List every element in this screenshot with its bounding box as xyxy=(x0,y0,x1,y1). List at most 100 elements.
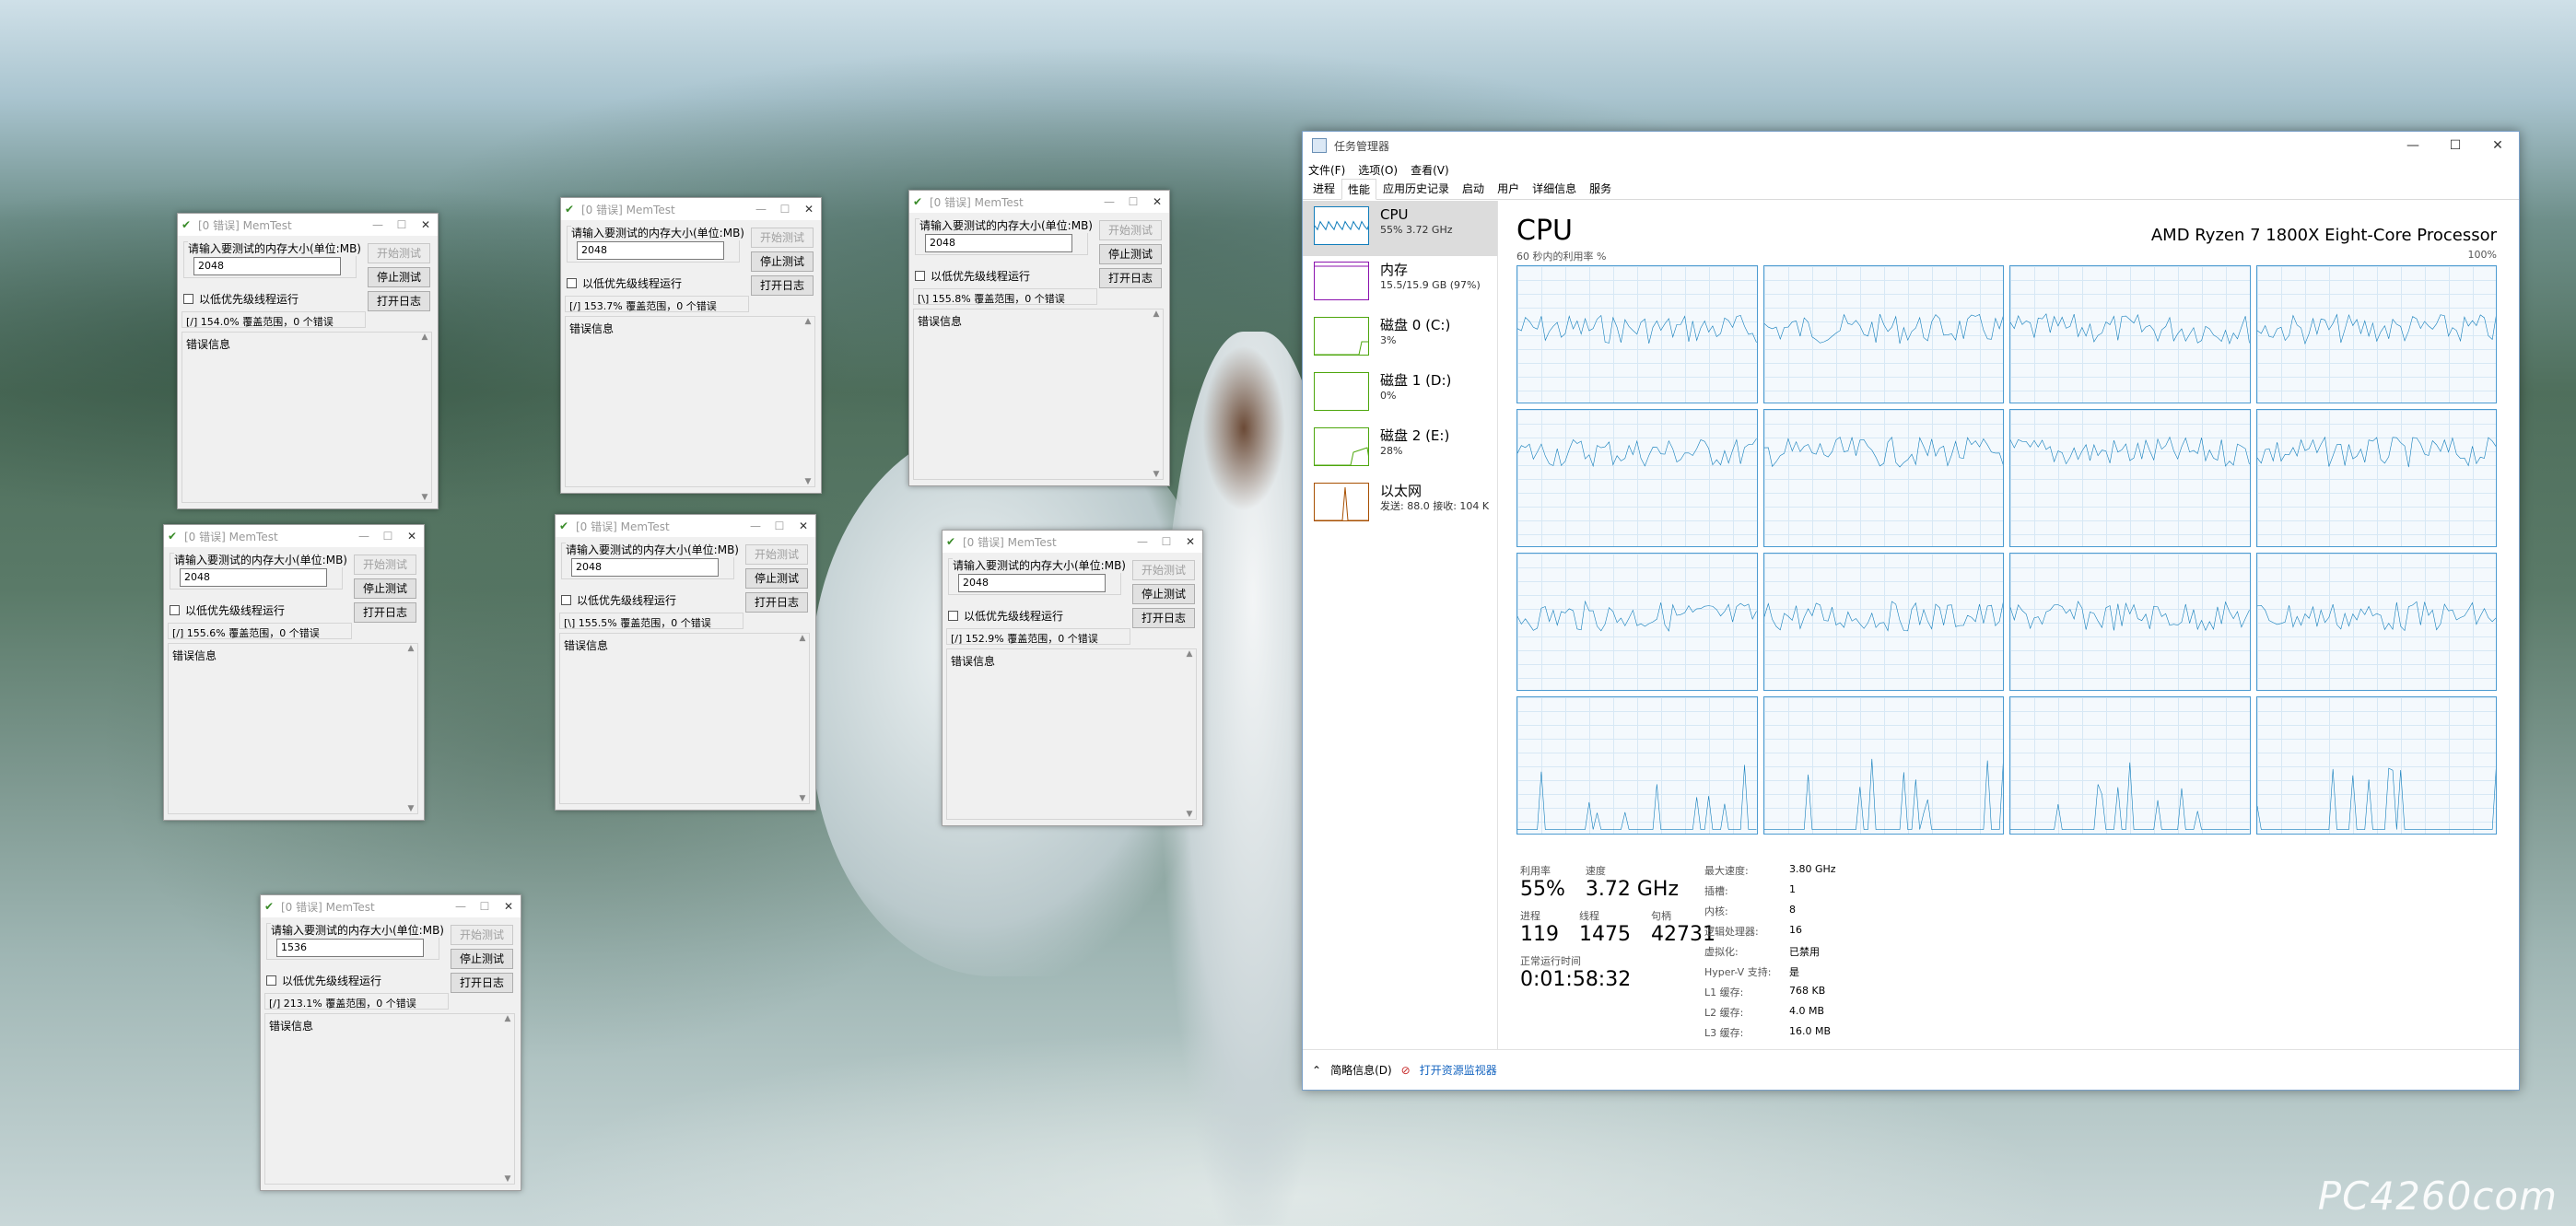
close-button[interactable]: ✕ xyxy=(1178,535,1202,548)
checkbox-box[interactable] xyxy=(170,605,180,615)
stop-test-button[interactable]: 停止测试 xyxy=(751,251,814,272)
minimize-button[interactable]: — xyxy=(366,218,390,231)
scroll-down-icon[interactable]: ▼ xyxy=(422,493,428,502)
menu-file[interactable]: 文件(F) xyxy=(1308,162,1345,178)
chevron-up-icon[interactable]: ⌃ xyxy=(1312,1064,1321,1077)
fewer-details-button[interactable]: 简略信息(D) xyxy=(1330,1062,1392,1078)
sidebar-item-4[interactable]: 磁盘 2 (E:) 28% xyxy=(1303,422,1497,477)
error-log[interactable]: 错误信息 ▲ ▼ xyxy=(264,1013,515,1185)
tab-users[interactable]: 用户 xyxy=(1491,178,1526,199)
memory-size-input[interactable]: 2048 xyxy=(193,257,341,275)
open-resource-monitor-link[interactable]: 打开资源监视器 xyxy=(1420,1062,1497,1078)
start-test-button[interactable]: 开始测试 xyxy=(368,243,430,263)
minimize-button[interactable]: — xyxy=(749,203,773,216)
scrollbar[interactable]: ▲ ▼ xyxy=(802,317,814,486)
sidebar-item-0[interactable]: CPU 55% 3.72 GHz xyxy=(1303,201,1497,256)
close-button[interactable]: ✕ xyxy=(1145,195,1169,208)
low-priority-checkbox[interactable]: 以低优先级线程运行 xyxy=(266,973,381,988)
open-log-button[interactable]: 打开日志 xyxy=(1099,268,1162,288)
checkbox-box[interactable] xyxy=(915,271,925,281)
stop-test-button[interactable]: 停止测试 xyxy=(1099,244,1162,264)
title-bar[interactable]: ✔ [0 错误] MemTest — ☐ ✕ xyxy=(178,214,438,236)
memtest-window[interactable]: ✔ [0 错误] MemTest — ☐ ✕ 请输入要测试的内存大小(单位:MB) … xyxy=(555,514,816,811)
minimize-button[interactable]: — xyxy=(1130,535,1154,548)
checkbox-box[interactable] xyxy=(567,278,577,288)
scroll-down-icon[interactable]: ▼ xyxy=(505,1174,511,1184)
checkbox-box[interactable] xyxy=(183,294,193,304)
scroll-down-icon[interactable]: ▼ xyxy=(800,794,806,803)
sidebar-item-3[interactable]: 磁盘 1 (D:) 0% xyxy=(1303,367,1497,422)
memtest-window[interactable]: ✔ [0 错误] MemTest — ☐ ✕ 请输入要测试的内存大小(单位:MB) … xyxy=(177,213,439,509)
title-bar[interactable]: ✔ [0 错误] MemTest — ☐ ✕ xyxy=(561,198,821,220)
maximize-button[interactable]: ☐ xyxy=(473,900,497,913)
minimize-button[interactable]: — xyxy=(352,530,376,543)
scroll-up-icon[interactable]: ▲ xyxy=(800,634,806,643)
maximize-button[interactable]: ☐ xyxy=(376,530,400,543)
memtest-window[interactable]: ✔ [0 错误] MemTest — ☐ ✕ 请输入要测试的内存大小(单位:MB) … xyxy=(163,524,425,821)
sidebar-item-2[interactable]: 磁盘 0 (C:) 3% xyxy=(1303,311,1497,367)
low-priority-checkbox[interactable]: 以低优先级线程运行 xyxy=(567,275,682,291)
low-priority-checkbox[interactable]: 以低优先级线程运行 xyxy=(915,268,1030,284)
title-bar[interactable]: ✔ [0 错误] MemTest — ☐ ✕ xyxy=(556,515,815,537)
scroll-up-icon[interactable]: ▲ xyxy=(505,1014,511,1023)
title-bar[interactable]: ✔ [0 错误] MemTest — ☐ ✕ xyxy=(943,531,1202,553)
close-button[interactable]: ✕ xyxy=(414,218,438,231)
memory-size-input[interactable]: 2048 xyxy=(577,241,724,260)
open-log-button[interactable]: 打开日志 xyxy=(745,592,808,613)
low-priority-checkbox[interactable]: 以低优先级线程运行 xyxy=(561,592,676,608)
error-log[interactable]: 错误信息 ▲ ▼ xyxy=(913,309,1164,480)
tab-performance[interactable]: 性能 xyxy=(1341,179,1377,200)
scrollbar[interactable]: ▲ ▼ xyxy=(796,634,809,803)
tab-processes[interactable]: 进程 xyxy=(1306,178,1341,199)
maximize-button[interactable]: ☐ xyxy=(390,218,414,231)
scroll-up-icon[interactable]: ▲ xyxy=(408,644,415,653)
start-test-button[interactable]: 开始测试 xyxy=(354,555,416,575)
stop-test-button[interactable]: 停止测试 xyxy=(1132,584,1195,604)
scroll-up-icon[interactable]: ▲ xyxy=(422,333,428,342)
memory-size-input[interactable]: 2048 xyxy=(180,568,327,587)
start-test-button[interactable]: 开始测试 xyxy=(1132,560,1195,580)
memtest-window[interactable]: ✔ [0 错误] MemTest — ☐ ✕ 请输入要测试的内存大小(单位:MB) … xyxy=(260,894,521,1191)
close-button[interactable]: ✕ xyxy=(791,520,815,532)
scroll-up-icon[interactable]: ▲ xyxy=(805,317,812,326)
scroll-up-icon[interactable]: ▲ xyxy=(1153,309,1160,319)
stop-test-button[interactable]: 停止测试 xyxy=(354,578,416,599)
stop-test-button[interactable]: 停止测试 xyxy=(451,949,513,969)
tab-app-history[interactable]: 应用历史记录 xyxy=(1376,178,1456,199)
low-priority-checkbox[interactable]: 以低优先级线程运行 xyxy=(948,608,1063,624)
scroll-down-icon[interactable]: ▼ xyxy=(805,477,812,486)
menu-view[interactable]: 查看(V) xyxy=(1411,162,1449,178)
open-log-button[interactable]: 打开日志 xyxy=(368,291,430,311)
menu-options[interactable]: 选项(O) xyxy=(1358,162,1398,178)
checkbox-box[interactable] xyxy=(561,595,571,605)
maximize-button[interactable]: ☐ xyxy=(1154,535,1178,548)
memory-size-input[interactable]: 1536 xyxy=(276,939,424,957)
close-button[interactable]: ✕ xyxy=(797,203,821,216)
memory-size-input[interactable]: 2048 xyxy=(571,558,719,577)
memory-size-input[interactable]: 2048 xyxy=(925,234,1072,252)
scrollbar[interactable]: ▲ ▼ xyxy=(404,644,417,813)
start-test-button[interactable]: 开始测试 xyxy=(451,925,513,945)
close-button[interactable]: ✕ xyxy=(497,900,521,913)
error-log[interactable]: 错误信息 ▲ ▼ xyxy=(181,332,432,503)
close-button[interactable]: ✕ xyxy=(2476,138,2519,153)
error-log[interactable]: 错误信息 ▲ ▼ xyxy=(559,633,810,804)
sidebar-item-5[interactable]: 以太网 发送: 88.0 接收: 104 K xyxy=(1303,477,1497,532)
start-test-button[interactable]: 开始测试 xyxy=(1099,220,1162,240)
error-log[interactable]: 错误信息 ▲ ▼ xyxy=(565,316,815,487)
scroll-down-icon[interactable]: ▼ xyxy=(408,804,415,813)
minimize-button[interactable]: — xyxy=(1097,195,1121,208)
maximize-button[interactable]: ☐ xyxy=(2434,138,2476,153)
start-test-button[interactable]: 开始测试 xyxy=(745,544,808,565)
tab-startup[interactable]: 启动 xyxy=(1456,178,1491,199)
minimize-button[interactable]: — xyxy=(449,900,473,913)
sidebar-item-1[interactable]: 内存 15.5/15.9 GB (97%) xyxy=(1303,256,1497,311)
title-bar[interactable]: ✔ [0 错误] MemTest — ☐ ✕ xyxy=(164,525,424,547)
checkbox-box[interactable] xyxy=(266,975,276,986)
title-bar[interactable]: ✔ [0 错误] MemTest — ☐ ✕ xyxy=(261,895,521,917)
title-bar[interactable]: 任务管理器 — ☐ ✕ xyxy=(1303,132,2519,159)
memtest-window[interactable]: ✔ [0 错误] MemTest — ☐ ✕ 请输入要测试的内存大小(单位:MB) … xyxy=(560,197,822,494)
scrollbar[interactable]: ▲ ▼ xyxy=(1183,649,1196,819)
maximize-button[interactable]: ☐ xyxy=(767,520,791,532)
close-button[interactable]: ✕ xyxy=(400,530,424,543)
